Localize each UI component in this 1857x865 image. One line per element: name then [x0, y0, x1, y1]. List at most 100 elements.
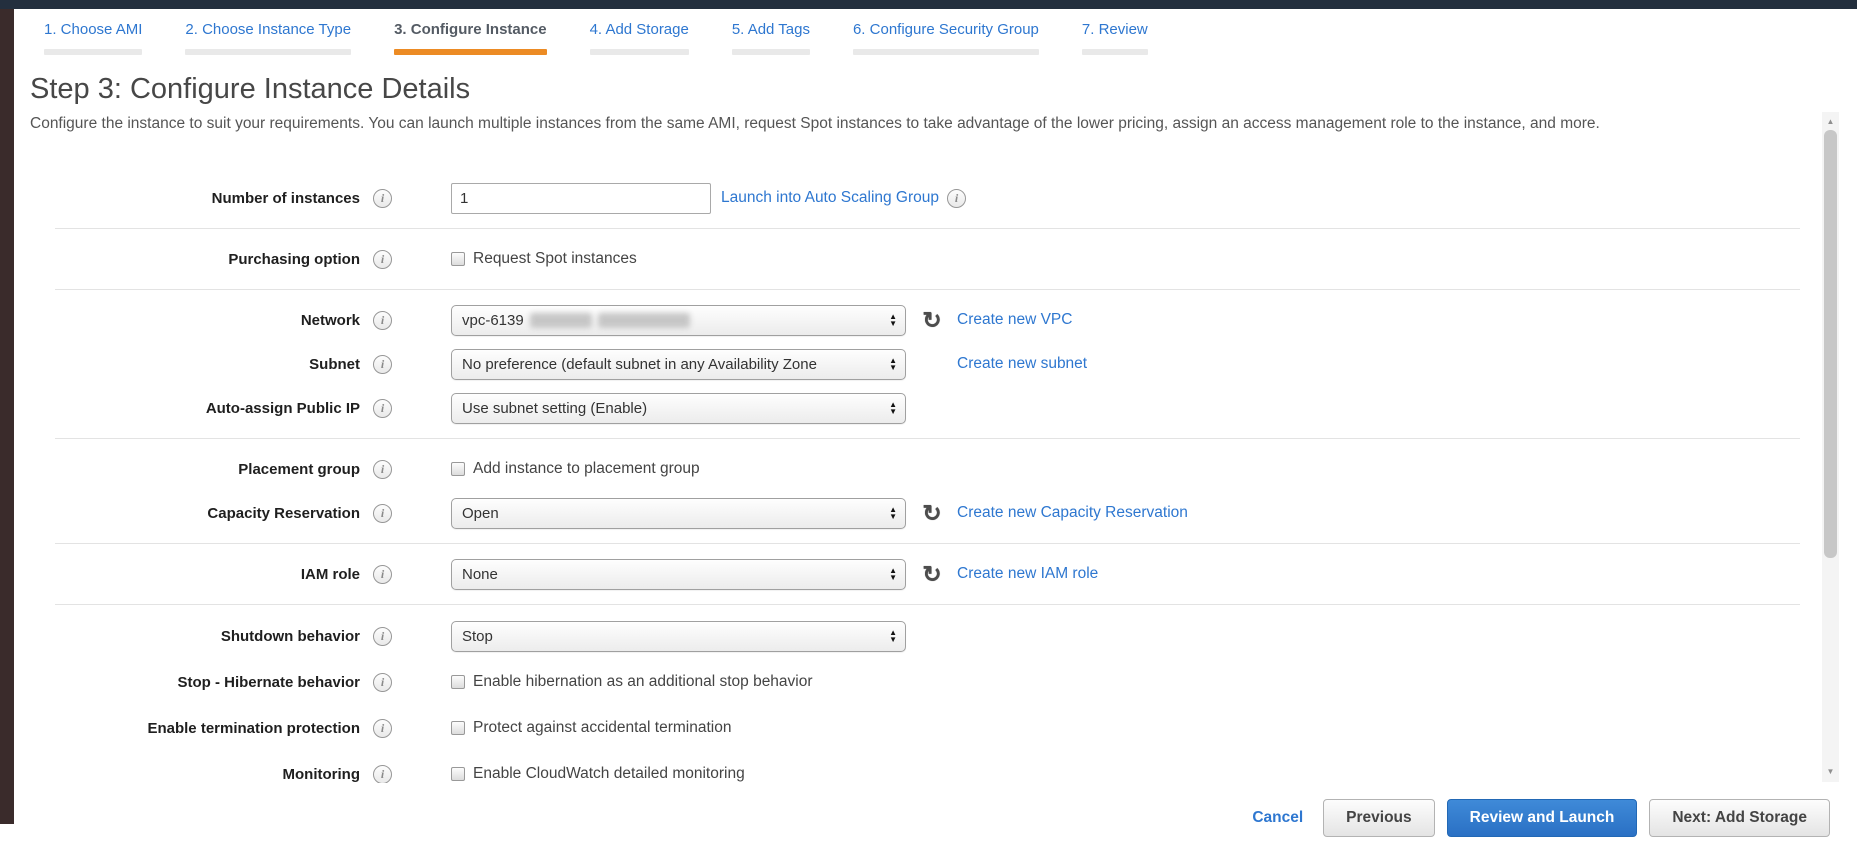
tab-label: 2. Choose Instance Type: [185, 21, 351, 38]
row-placement-group: Placement group Add instance to placemen…: [0, 447, 1820, 491]
field-label: Subnet: [0, 356, 360, 373]
checkbox-label: Protect against accidental termination: [473, 719, 731, 737]
create-new-vpc-link[interactable]: Create new VPC: [957, 311, 1072, 329]
select-stepper-icon: [889, 629, 897, 643]
select-value: Use subnet setting (Enable): [462, 400, 647, 417]
page-description: Configure the instance to suit your requ…: [30, 112, 1818, 137]
info-icon[interactable]: [373, 250, 392, 269]
termination-protection-checkbox[interactable]: [451, 721, 465, 735]
field-label: Enable termination protection: [0, 720, 360, 737]
tab-underline: [590, 49, 689, 55]
checkbox-label: Enable hibernation as an additional stop…: [473, 673, 813, 691]
cancel-link[interactable]: Cancel: [1252, 809, 1303, 827]
iam-role-select[interactable]: None: [451, 559, 906, 590]
section-divider: [55, 543, 1800, 544]
info-icon[interactable]: [373, 504, 392, 523]
window-left-edge: [0, 0, 14, 824]
info-icon[interactable]: [373, 627, 392, 646]
tab-underline-active: [394, 49, 547, 55]
launch-into-asg-link[interactable]: Launch into Auto Scaling Group: [721, 189, 939, 207]
tab-underline: [732, 49, 810, 55]
info-icon[interactable]: [373, 565, 392, 584]
row-iam-role: IAM role None Create new IAM role: [0, 552, 1820, 596]
row-auto-assign-public-ip: Auto-assign Public IP Use subnet setting…: [0, 386, 1820, 430]
create-new-iam-role-link[interactable]: Create new IAM role: [957, 565, 1098, 583]
select-stepper-icon: [889, 357, 897, 371]
tab-choose-ami[interactable]: 1. Choose AMI: [33, 21, 153, 55]
number-of-instances-input[interactable]: [451, 183, 711, 214]
tab-choose-instance-type[interactable]: 2. Choose Instance Type: [174, 21, 362, 55]
info-icon[interactable]: [373, 673, 392, 692]
checkbox-label: Request Spot instances: [473, 250, 637, 268]
select-value: Open: [462, 505, 499, 522]
capacity-reservation-select[interactable]: Open: [451, 498, 906, 529]
tab-label: 3. Configure Instance: [394, 21, 547, 38]
vertical-scrollbar[interactable]: [1822, 112, 1839, 782]
tab-review[interactable]: 7. Review: [1071, 21, 1159, 55]
next-add-storage-button[interactable]: Next: Add Storage: [1649, 799, 1830, 837]
wizard-tabs: 1. Choose AMI 2. Choose Instance Type 3.…: [33, 21, 1159, 55]
select-value: Stop: [462, 628, 493, 645]
info-icon[interactable]: [373, 311, 392, 330]
select-stepper-icon: [889, 313, 897, 327]
select-value: vpc-6139: [462, 312, 524, 329]
browser-top-bar: [0, 0, 1857, 9]
field-label: Capacity Reservation: [0, 505, 360, 522]
request-spot-instances-checkbox[interactable]: [451, 252, 465, 266]
refresh-icon[interactable]: [921, 501, 943, 525]
tab-configure-security-group[interactable]: 6. Configure Security Group: [842, 21, 1050, 55]
row-subnet: Subnet No preference (default subnet in …: [0, 342, 1820, 386]
placement-group-checkbox[interactable]: [451, 462, 465, 476]
refresh-icon[interactable]: [921, 308, 943, 332]
tab-add-storage[interactable]: 4. Add Storage: [579, 21, 700, 55]
scroll-down-arrow-icon[interactable]: [1822, 764, 1839, 779]
row-enable-termination-protection: Enable termination protection Protect ag…: [0, 705, 1820, 751]
shutdown-behavior-select[interactable]: Stop: [451, 621, 906, 652]
tab-underline: [185, 49, 351, 55]
row-stop-hibernate-behavior: Stop - Hibernate behavior Enable hiberna…: [0, 659, 1820, 705]
tab-label: 7. Review: [1082, 21, 1148, 38]
info-icon[interactable]: [373, 460, 392, 479]
scroll-up-arrow-icon[interactable]: [1822, 114, 1839, 129]
hibernation-checkbox[interactable]: [451, 675, 465, 689]
network-select[interactable]: vpc-6139: [451, 305, 906, 336]
select-stepper-icon: [889, 401, 897, 415]
tab-configure-instance[interactable]: 3. Configure Instance: [383, 21, 558, 55]
create-new-subnet-link[interactable]: Create new subnet: [957, 355, 1087, 373]
info-icon[interactable]: [947, 189, 966, 208]
info-icon[interactable]: [373, 399, 392, 418]
info-icon[interactable]: [373, 189, 392, 208]
info-icon[interactable]: [373, 765, 392, 784]
select-stepper-icon: [889, 567, 897, 581]
row-capacity-reservation: Capacity Reservation Open Create new Cap…: [0, 491, 1820, 535]
tab-underline: [1082, 49, 1148, 55]
section-divider: [55, 438, 1800, 439]
checkbox-label: Enable CloudWatch detailed monitoring: [473, 765, 745, 783]
row-network: Network vpc-6139 Create new VPC: [0, 298, 1820, 342]
wizard-footer: Cancel Previous Review and Launch Next: …: [0, 783, 1857, 865]
select-stepper-icon: [889, 506, 897, 520]
refresh-icon[interactable]: [921, 562, 943, 586]
tab-add-tags[interactable]: 5. Add Tags: [721, 21, 821, 55]
tab-label: 6. Configure Security Group: [853, 21, 1039, 38]
section-divider: [55, 604, 1800, 605]
tab-label: 4. Add Storage: [590, 21, 689, 38]
cloudwatch-monitoring-checkbox[interactable]: [451, 767, 465, 781]
tab-underline: [853, 49, 1039, 55]
create-new-capacity-reservation-link[interactable]: Create new Capacity Reservation: [957, 504, 1188, 522]
tab-underline: [44, 49, 142, 55]
previous-button[interactable]: Previous: [1323, 799, 1434, 837]
info-icon[interactable]: [373, 719, 392, 738]
subnet-select[interactable]: No preference (default subnet in any Ava…: [451, 349, 906, 380]
redacted-text: [598, 313, 690, 328]
auto-assign-public-ip-select[interactable]: Use subnet setting (Enable): [451, 393, 906, 424]
field-label: IAM role: [0, 566, 360, 583]
field-label: Network: [0, 312, 360, 329]
checkbox-label: Add instance to placement group: [473, 460, 700, 478]
select-value: None: [462, 566, 498, 583]
redacted-text: [530, 313, 592, 328]
review-and-launch-button[interactable]: Review and Launch: [1447, 799, 1638, 837]
tab-label: 5. Add Tags: [732, 21, 810, 38]
info-icon[interactable]: [373, 355, 392, 374]
scrollbar-thumb[interactable]: [1824, 130, 1837, 558]
